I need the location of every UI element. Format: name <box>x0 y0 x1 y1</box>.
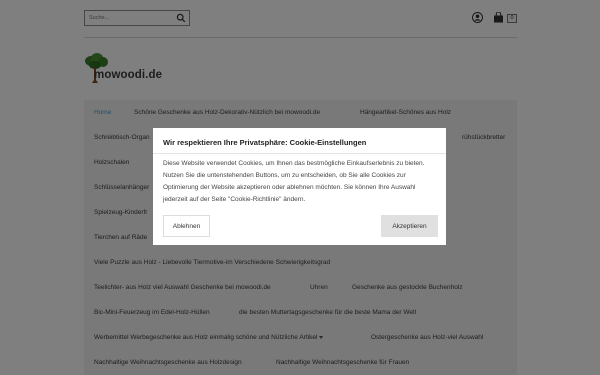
cookie-consent-dialog: Wir respektieren Ihre Privatsphäre: Cook… <box>153 128 446 245</box>
cookie-dialog-text: Diese Website verwendet Cookies, um Ihne… <box>163 160 425 203</box>
cookie-dialog-title: Wir respektieren Ihre Privatsphäre: Cook… <box>163 138 367 147</box>
decline-button[interactable]: Ablehnen <box>163 215 210 237</box>
cookie-dialog-divider <box>153 153 446 154</box>
accept-button[interactable]: Akzeptieren <box>381 215 438 237</box>
